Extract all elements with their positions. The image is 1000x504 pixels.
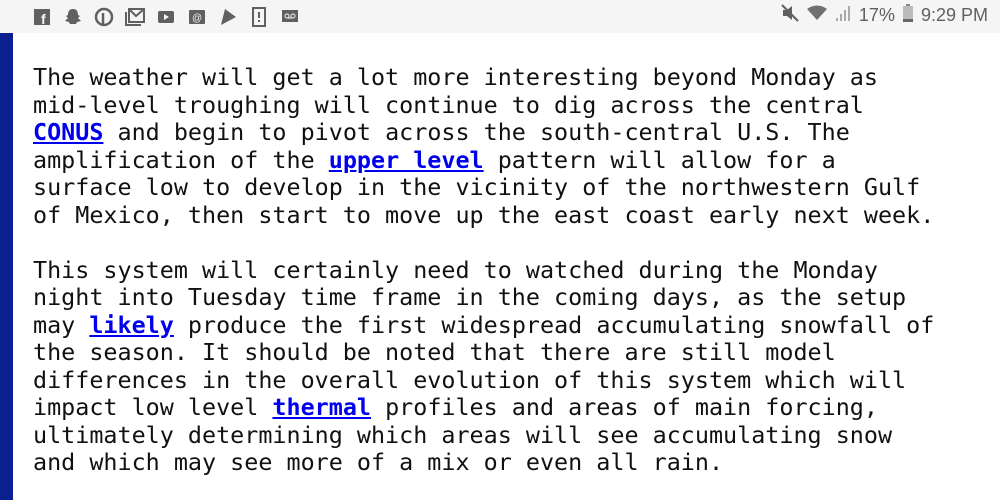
notification-icons: f @ [26,6,305,28]
snapchat-icon [57,6,88,28]
voicemail-icon [274,6,305,28]
facebook-icon: f [26,6,57,28]
play-store-icon [212,6,243,28]
clock: 9:29 PM [920,5,988,25]
text-span: and begin to pivot across the south-cent… [103,118,850,146]
blockquote-accent-bar [0,33,13,500]
wifi-icon [806,5,827,26]
battery-icon [902,4,913,27]
gmail-icon [119,6,150,28]
link-thermal[interactable]: thermal [272,393,371,421]
youtube-icon [150,6,181,28]
mute-icon [781,4,799,27]
link-likely[interactable]: likely [89,311,174,339]
article-paragraph: The weather will get a lot more interest… [33,63,993,229]
text-span: surface low to develop in the vicinity o… [33,173,921,201]
article-paragraph: This system will certainly need to watch… [33,255,993,477]
text-span: may [33,310,90,339]
text-span: differences in the overall evolution of … [33,365,907,394]
link-upper-level[interactable]: upper level [329,146,484,174]
text-span: produce the first widespread accumulatin… [173,310,935,339]
text-span: amplification of the [33,145,329,174]
svg-text:@: @ [192,13,202,24]
text-span: This system will certainly need to watch… [33,255,878,284]
system-status: 17% 9:29 PM [781,4,988,27]
alert-icon [243,6,274,28]
status-bar: f @ 17% 9:29 PM [0,0,1000,33]
text-span: The weather will get a lot more interest… [33,63,878,91]
text-span: mid-level troughing will continue to dig… [33,90,864,119]
text-span: the season. It should be noted that ther… [33,338,836,366]
text-span: impact low level [33,393,273,421]
signal-icon [835,5,851,26]
text-span: pattern will allow for a [483,145,836,174]
link-conus[interactable]: CONUS [33,118,103,146]
text-span: ultimately determining which areas will … [33,420,893,449]
text-span: of Mexico, then start to move up the eas… [33,200,935,229]
article-body: The weather will get a lot more interest… [33,63,993,504]
battery-percent: 17% [858,5,895,25]
svg-text:f: f [41,11,46,27]
text-span: and which may see more of a mix or even … [33,448,724,476]
text-span: night into Tuesday time frame in the com… [33,283,907,311]
email-icon: @ [181,6,212,28]
pinterest-icon [88,6,119,28]
text-span: profiles and areas of main forcing, [370,393,878,421]
